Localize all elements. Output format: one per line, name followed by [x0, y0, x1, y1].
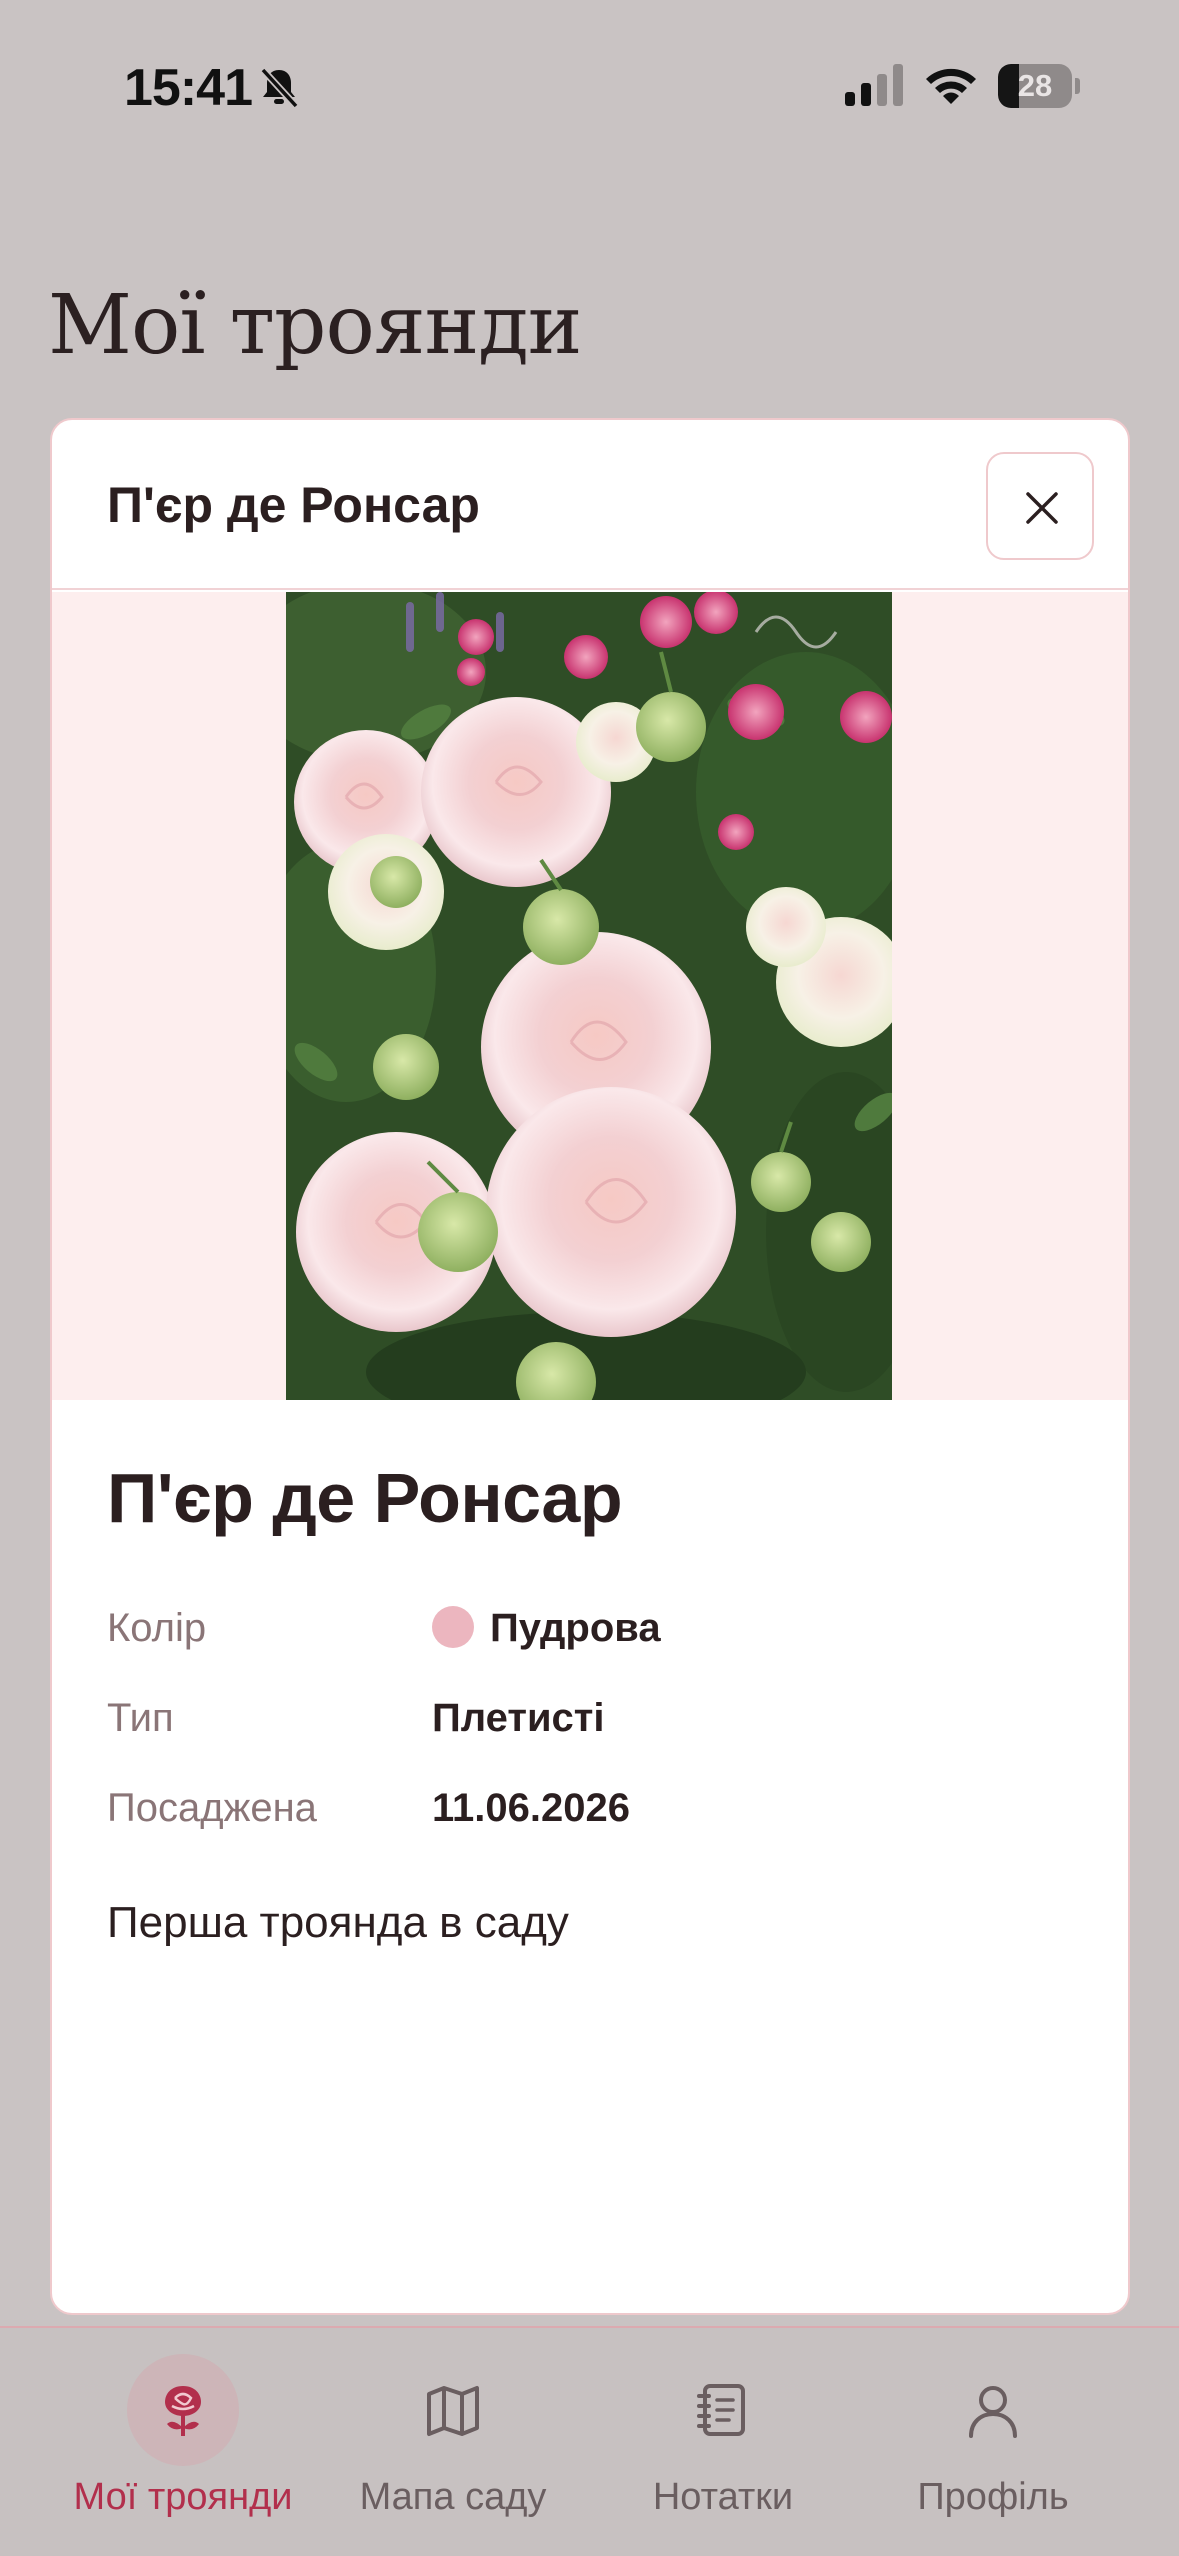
tab-label-my-roses: Мої троянди — [73, 2476, 293, 2518]
modal-header: П'єр де Ронсар — [52, 420, 1128, 590]
cellular-signal-icon — [845, 64, 903, 106]
bell-muted-icon — [260, 67, 299, 109]
rose-photo[interactable] — [286, 592, 892, 1400]
tab-profile[interactable]: Профіль — [880, 2328, 1106, 2556]
tab-notes[interactable]: Нотатки — [610, 2328, 836, 2556]
detail-label-planted: Посаджена — [107, 1786, 317, 1830]
rose-details-modal: П'єр де Ронсар П'єр де Ронсар Колір Пудр… — [50, 418, 1130, 2315]
detail-value-type: Плетисті — [432, 1696, 605, 1740]
notebook-icon — [697, 2384, 745, 2436]
tab-my-roses[interactable]: Мої троянди — [52, 2328, 314, 2556]
battery-indicator: 28 — [998, 64, 1080, 108]
close-icon — [1026, 492, 1058, 524]
detail-value-color: Пудрова — [490, 1606, 661, 1650]
page-title: Мої троянди — [48, 278, 582, 373]
map-icon — [427, 2386, 479, 2436]
detail-label-type: Тип — [107, 1696, 174, 1740]
tab-garden-map[interactable]: Мапа саду — [340, 2328, 566, 2556]
rose-icon — [165, 2386, 201, 2436]
modal-title: П'єр де Ронсар — [107, 477, 480, 533]
user-icon — [969, 2386, 1017, 2438]
rose-note: Перша троянда в саду — [107, 1898, 569, 1947]
close-button[interactable] — [986, 452, 1094, 560]
status-time: 15:41 — [124, 59, 253, 117]
photo-area — [52, 592, 1128, 1400]
detail-value-planted: 11.06.2026 — [432, 1786, 630, 1830]
tab-label-profile: Профіль — [917, 2476, 1069, 2518]
tab-label-notes: Нотатки — [652, 2476, 794, 2518]
tab-label-garden-map: Мапа саду — [359, 2476, 547, 2518]
wifi-icon — [926, 68, 976, 104]
status-bar: 15:41 28 — [0, 0, 1179, 150]
battery-level: 28 — [1017, 68, 1053, 103]
rose-name: П'єр де Ронсар — [107, 1459, 623, 1537]
color-swatch — [432, 1606, 474, 1648]
detail-label-color: Колір — [107, 1606, 207, 1650]
bottom-tab-bar: Мої троянди Мапа саду Нотатки Профіль — [0, 2326, 1179, 2556]
rose-photo-image — [286, 592, 892, 1400]
